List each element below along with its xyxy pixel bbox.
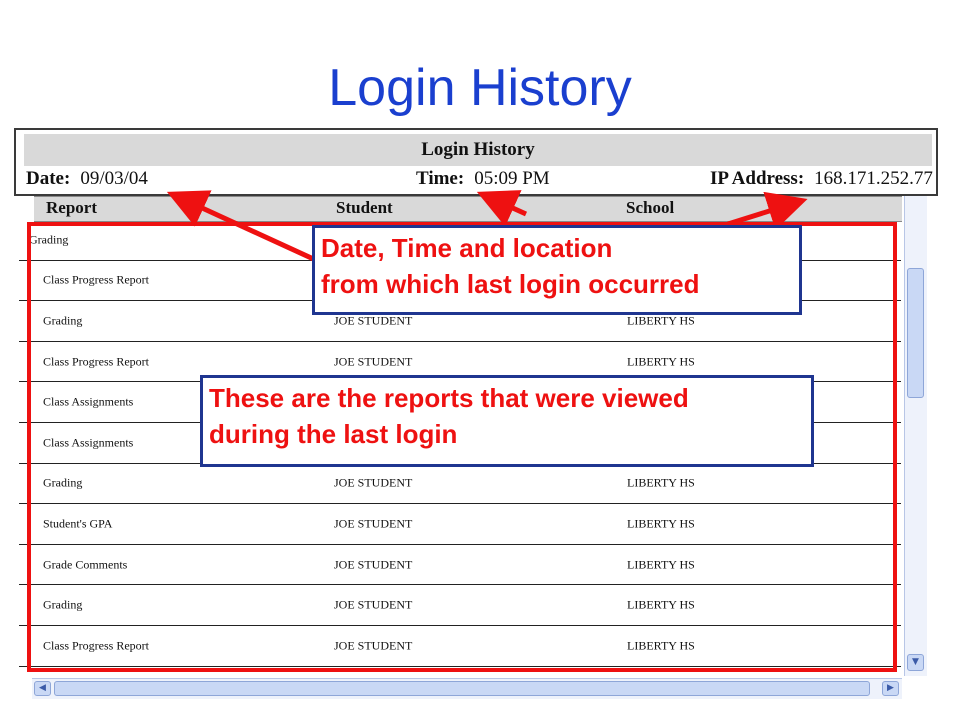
callout-reports-viewed: These are the reports that were viewed d…	[200, 375, 814, 467]
callout-reports-line2: during the last login	[209, 419, 458, 449]
callout-login-info-line1: Date, Time and location	[321, 233, 613, 263]
annotation-arrows	[166, 190, 808, 265]
arrow-to-time	[476, 190, 528, 227]
callout-login-info: Date, Time and location from which last …	[312, 225, 802, 315]
callout-login-info-line2: from which last login occurred	[321, 269, 700, 299]
arrow-to-ip	[727, 191, 808, 231]
callout-reports-line1: These are the reports that were viewed	[209, 383, 689, 413]
arrow-to-date	[166, 190, 322, 265]
